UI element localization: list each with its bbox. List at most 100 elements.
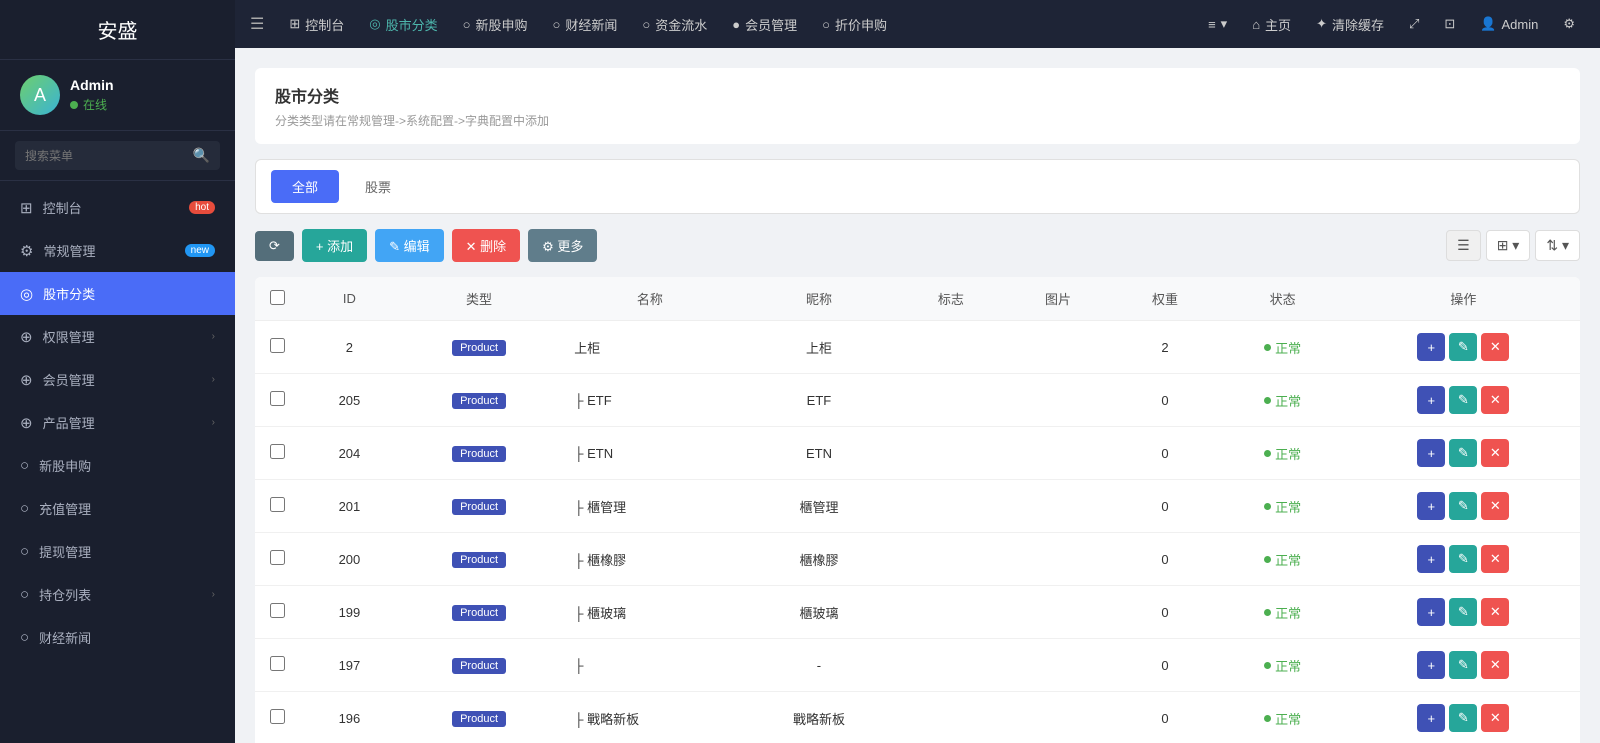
status-indicator — [70, 101, 78, 109]
tab-all[interactable]: 全部 — [271, 170, 339, 203]
sidebar-item-withdraw[interactable]: ○ 提现管理 — [0, 530, 235, 573]
search-box[interactable]: 🔍 — [15, 141, 220, 170]
row-weight: 0 — [1112, 374, 1219, 427]
row-delete-button[interactable]: ✕ — [1481, 545, 1509, 573]
row-weight: 2 — [1112, 321, 1219, 374]
row-checkbox[interactable] — [270, 338, 285, 353]
status-badge: 正常 — [1234, 550, 1332, 569]
row-delete-button[interactable]: ✕ — [1481, 651, 1509, 679]
row-add-button[interactable]: + — [1417, 545, 1445, 573]
grid-view-button[interactable]: ⊞ ▾ — [1486, 230, 1531, 261]
row-add-button[interactable]: + — [1417, 704, 1445, 732]
sidebar-item-regular[interactable]: ⚙ 常规管理 new — [0, 229, 235, 272]
search-input[interactable] — [25, 149, 193, 163]
sidebar-item-label: 财经新闻 — [39, 628, 215, 647]
th-name: 名称 — [559, 277, 740, 321]
top-navbar: ☰ ⊞ 控制台 ◎ 股市分类 ○ 新股申购 ○ 财经新闻 ○ 资金流水 ● 会员… — [235, 0, 1600, 48]
row-delete-button[interactable]: ✕ — [1481, 333, 1509, 361]
row-actions: + ✎ ✕ — [1347, 586, 1580, 639]
row-image — [1004, 480, 1111, 533]
row-edit-button[interactable]: ✎ — [1449, 598, 1477, 626]
row-edit-button[interactable]: ✎ — [1449, 439, 1477, 467]
row-checkbox[interactable] — [270, 709, 285, 724]
recharge-icon: ○ — [20, 500, 29, 517]
row-add-button[interactable]: + — [1417, 651, 1445, 679]
more-button[interactable]: ⚙ 更多 — [528, 229, 597, 262]
nav-item-new-stocks[interactable]: ○ 新股申购 — [453, 9, 538, 40]
nav-dropdown-btn[interactable]: ≡ ▾ — [1198, 10, 1237, 38]
chevron-right-icon: › — [212, 331, 215, 342]
row-checkbox[interactable] — [270, 603, 285, 618]
refresh-button[interactable]: ⟳ — [255, 231, 294, 261]
row-actions: + ✎ ✕ — [1347, 692, 1580, 743]
sidebar-item-products[interactable]: ⊕ 产品管理 › — [0, 401, 235, 444]
nav-item-discount[interactable]: ○ 折价申购 — [812, 9, 897, 40]
nav-clear-cache-btn[interactable]: ✦ 清除缓存 — [1306, 9, 1394, 40]
sidebar-item-members[interactable]: ⊕ 会员管理 › — [0, 358, 235, 401]
nav-settings-btn[interactable]: ⚙ — [1553, 10, 1585, 38]
nav-item-stock-category[interactable]: ◎ 股市分类 — [359, 9, 447, 40]
status-dot-icon — [1264, 450, 1271, 457]
row-delete-button[interactable]: ✕ — [1481, 492, 1509, 520]
row-edit-button[interactable]: ✎ — [1449, 492, 1477, 520]
delete-button[interactable]: ✕ 删除 — [452, 229, 521, 262]
row-add-button[interactable]: + — [1417, 439, 1445, 467]
row-add-button[interactable]: + — [1417, 386, 1445, 414]
sidebar-item-recharge[interactable]: ○ 充值管理 — [0, 487, 235, 530]
nav-fullscreen-btn[interactable]: ⊡ — [1434, 10, 1465, 38]
admin-label: Admin — [1501, 17, 1538, 32]
nav-item-dashboard[interactable]: ⊞ 控制台 — [279, 9, 354, 40]
row-checkbox[interactable] — [270, 444, 285, 459]
tab-stocks[interactable]: 股票 — [344, 170, 412, 203]
sidebar-item-permissions[interactable]: ⊕ 权限管理 › — [0, 315, 235, 358]
nav-expand-btn[interactable]: ⤢ — [1399, 10, 1429, 38]
nav-clear-cache-label: 清除缓存 — [1332, 15, 1384, 34]
row-name: ├ ETF — [559, 374, 740, 427]
nav-item-fund-flow[interactable]: ○ 资金流水 — [632, 9, 717, 40]
row-checkbox[interactable] — [270, 550, 285, 565]
sidebar-item-finance-news[interactable]: ○ 财经新闻 — [0, 616, 235, 659]
list-view-button[interactable]: ☰ — [1446, 230, 1481, 261]
row-alias: - — [741, 639, 898, 692]
action-buttons: + ✎ ✕ — [1362, 333, 1565, 361]
row-checkbox[interactable] — [270, 497, 285, 512]
sidebar-item-positions[interactable]: ○ 持仓列表 › — [0, 573, 235, 616]
row-delete-button[interactable]: ✕ — [1481, 598, 1509, 626]
nav-home-btn[interactable]: ⌂ 主页 — [1242, 9, 1301, 40]
row-edit-button[interactable]: ✎ — [1449, 545, 1477, 573]
status-badge: 正常 — [1234, 656, 1332, 675]
row-add-button[interactable]: + — [1417, 492, 1445, 520]
nav-item-member-mgmt[interactable]: ● 会员管理 — [722, 9, 807, 40]
row-delete-button[interactable]: ✕ — [1481, 704, 1509, 732]
select-all-checkbox[interactable] — [270, 290, 285, 305]
row-edit-button[interactable]: ✎ — [1449, 704, 1477, 732]
row-edit-button[interactable]: ✎ — [1449, 333, 1477, 361]
status-badge: 正常 — [1234, 391, 1332, 410]
hamburger-icon[interactable]: ☰ — [250, 14, 264, 34]
row-image — [1004, 639, 1111, 692]
edit-button[interactable]: ✎ 编辑 — [375, 229, 444, 262]
row-edit-button[interactable]: ✎ — [1449, 651, 1477, 679]
row-actions: + ✎ ✕ — [1347, 639, 1580, 692]
row-delete-button[interactable]: ✕ — [1481, 439, 1509, 467]
sidebar-item-dashboard[interactable]: ⊞ 控制台 hot — [0, 186, 235, 229]
row-weight: 0 — [1112, 692, 1219, 743]
sidebar-item-new-stocks[interactable]: ○ 新股申购 — [0, 444, 235, 487]
row-checkbox[interactable] — [270, 391, 285, 406]
nav-item-label: 折价申购 — [835, 15, 887, 34]
row-edit-button[interactable]: ✎ — [1449, 386, 1477, 414]
row-checkbox-cell — [255, 533, 300, 586]
table-header-row: ID 类型 名称 昵称 标志 图片 权重 状态 操作 — [255, 277, 1580, 321]
nav-item-finance-news[interactable]: ○ 财经新闻 — [543, 9, 628, 40]
chevron-right-icon: › — [212, 589, 215, 600]
nav-admin-btn[interactable]: 👤 Admin — [1470, 10, 1548, 38]
row-add-button[interactable]: + — [1417, 598, 1445, 626]
row-checkbox[interactable] — [270, 656, 285, 671]
add-button[interactable]: + 添加 — [302, 229, 367, 262]
row-add-button[interactable]: + — [1417, 333, 1445, 361]
row-delete-button[interactable]: ✕ — [1481, 386, 1509, 414]
row-alias: ETF — [741, 374, 898, 427]
filter-button[interactable]: ⇅ ▾ — [1535, 230, 1580, 261]
sidebar-item-stock-category[interactable]: ◎ 股市分类 — [0, 272, 235, 315]
row-actions: + ✎ ✕ — [1347, 480, 1580, 533]
